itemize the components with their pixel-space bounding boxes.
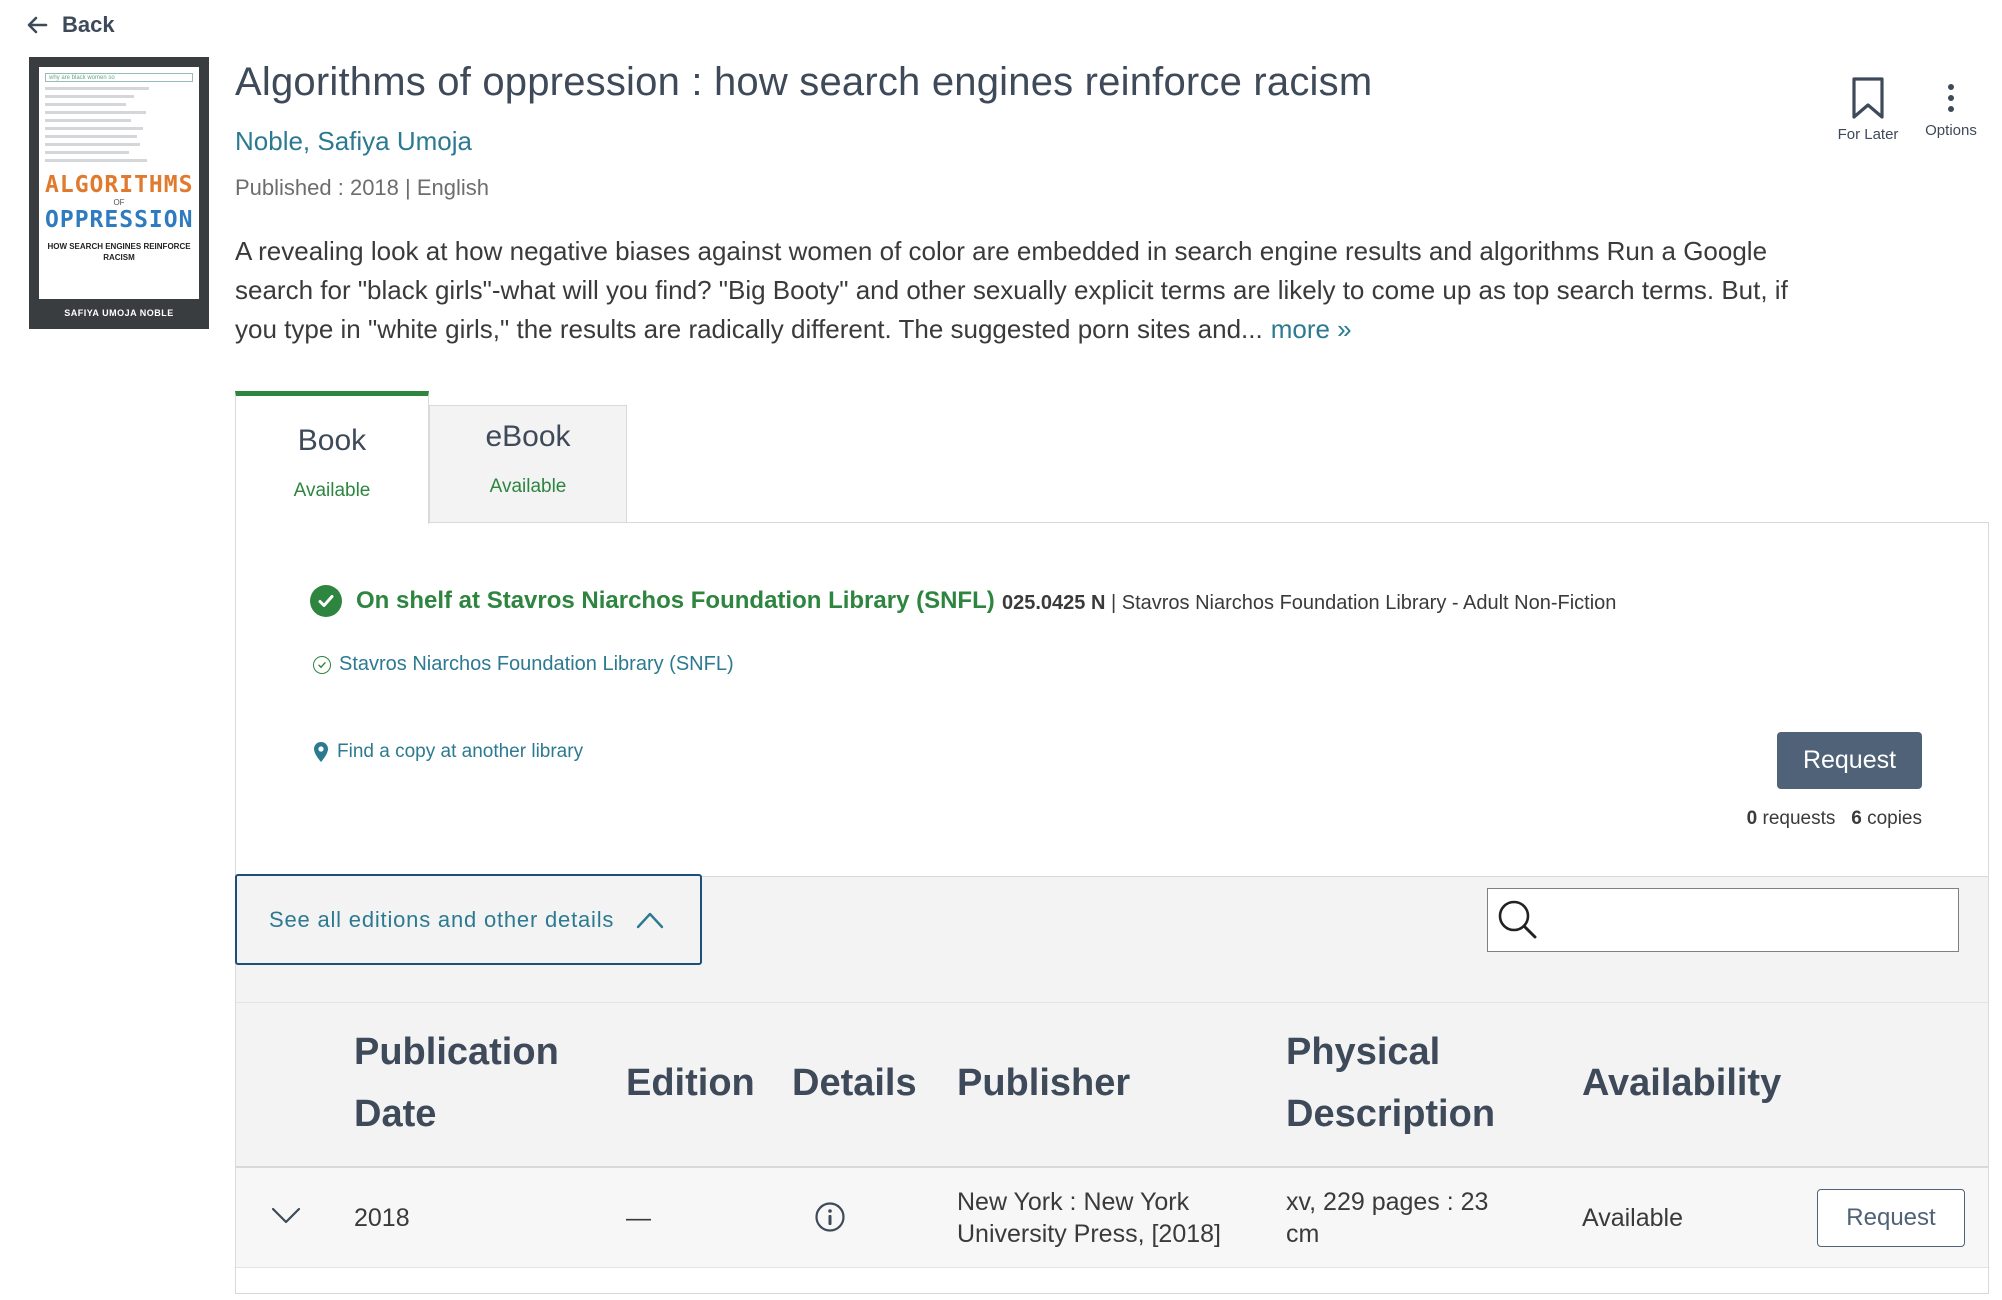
call-number: 025.0425 N (1002, 592, 1106, 614)
more-vertical-icon (1916, 84, 1986, 112)
col-details[interactable]: Details (792, 1052, 917, 1114)
table-row: 2018 — New York : New York University Pr… (236, 1168, 1988, 1268)
cover-author: SAFIYA UMOJA NOBLE (64, 308, 174, 318)
editions-table-header: Publication Date Edition Details Publish… (236, 1002, 1988, 1168)
tab-ebook[interactable]: eBook Available (429, 405, 627, 523)
see-all-editions-toggle[interactable]: See all editions and other details (235, 874, 702, 965)
tab-divider (627, 522, 1989, 523)
check-circle-icon (310, 585, 342, 617)
row-publisher: New York : New York University Press, [2… (957, 1188, 1221, 1248)
shelf-location: | Stavros Niarchos Foundation Library - … (1105, 592, 1617, 614)
tab-book-status: Available (293, 480, 371, 501)
find-copy-label: Find a copy at another library (337, 741, 584, 762)
for-later-button[interactable]: For Later (1830, 76, 1906, 143)
check-outline-icon (313, 655, 331, 674)
arrow-left-icon (27, 16, 48, 34)
options-label: Options (1925, 122, 1977, 139)
cover-autocomplete-lines (45, 87, 193, 162)
request-copy-counts: 0 requests 6 copies (1730, 808, 1922, 830)
tab-book[interactable]: Book Available (235, 391, 429, 524)
back-label: Back (62, 12, 115, 37)
cover-search-bar: why are black women so (45, 73, 193, 82)
for-later-label: For Later (1837, 126, 1899, 143)
copies-label: copies (1861, 808, 1922, 829)
col-physical-description[interactable]: Physical Description (1286, 1021, 1495, 1145)
request-button[interactable]: Request (1777, 732, 1922, 789)
tab-ebook-status: Available (489, 476, 567, 497)
description-text: A revealing look at how negative biases … (235, 236, 1788, 344)
publication-info: Published : 2018 | English (235, 175, 489, 200)
row-availability: Available (1582, 1204, 1684, 1232)
copies-count: 6 (1851, 808, 1862, 829)
availability-status: On shelf at Stavros Niarchos Foundation … (310, 585, 995, 617)
cover-title-line2: OPPRESSION (45, 207, 194, 233)
tab-ebook-label: eBook (485, 420, 571, 453)
col-edition[interactable]: Edition (626, 1052, 755, 1114)
chevron-down-icon[interactable] (271, 1206, 301, 1226)
bookmark-icon (1852, 77, 1884, 119)
branch-availability[interactable]: Stavros Niarchos Foundation Library (SNF… (313, 653, 734, 676)
cover-artwork: why are black women so ALGORITHMS OF OPP… (39, 67, 199, 299)
map-pin-icon (314, 742, 328, 762)
chevron-up-icon (637, 912, 664, 928)
info-icon[interactable] (814, 1201, 846, 1233)
back-link[interactable]: Back (26, 12, 115, 38)
options-button[interactable]: Options (1916, 84, 1986, 139)
tab-book-label: Book (297, 424, 367, 457)
call-number-location: 025.0425 N | Stavros Niarchos Foundation… (1002, 592, 1616, 615)
editions-search-input[interactable] (1487, 888, 1959, 952)
requests-label: requests (1757, 808, 1836, 829)
row-edition: — (626, 1204, 651, 1232)
availability-status-text: On shelf at Stavros Niarchos Foundation … (356, 587, 995, 614)
author-link[interactable]: Noble, Safiya Umoja (235, 126, 472, 157)
book-cover[interactable]: why are black women so ALGORITHMS OF OPP… (29, 57, 209, 329)
branch-name: Stavros Niarchos Foundation Library (SNF… (339, 653, 734, 675)
search-icon (1498, 900, 1537, 939)
record-title: Algorithms of oppression : how search en… (235, 60, 1373, 104)
col-publication-date[interactable]: Publication Date (354, 1021, 559, 1145)
record-description: A revealing look at how negative biases … (235, 232, 1835, 349)
see-all-editions-label: See all editions and other details (269, 906, 615, 932)
cover-subtitle: HOW SEARCH ENGINES REINFORCE RACISM (47, 242, 191, 262)
col-availability[interactable]: Availability (1582, 1052, 1781, 1114)
requests-count: 0 (1746, 808, 1758, 829)
find-copy-link[interactable]: Find a copy at another library (313, 741, 583, 763)
row-request-button[interactable]: Request (1817, 1189, 1965, 1247)
row-publication-date: 2018 (354, 1204, 410, 1232)
cover-title-of: OF (113, 198, 125, 207)
col-publisher[interactable]: Publisher (957, 1052, 1130, 1114)
row-physical-description: xv, 229 pages : 23 cm (1286, 1188, 1489, 1248)
more-link[interactable]: more » (1271, 314, 1352, 344)
cover-title-line1: ALGORITHMS (45, 172, 194, 198)
